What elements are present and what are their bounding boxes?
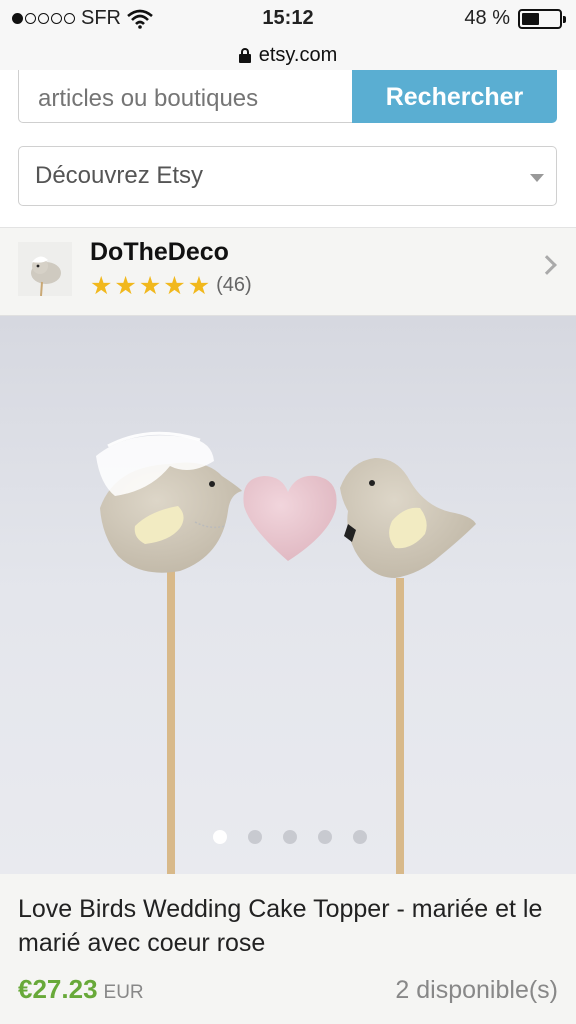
price: €27.23: [18, 974, 98, 1004]
lock-icon: [238, 47, 251, 63]
product-image: [0, 316, 576, 874]
search-row: Rechercher: [18, 70, 557, 123]
star-icon: ★: [163, 271, 186, 300]
pager-dot[interactable]: [213, 830, 227, 844]
chevron-right-icon[interactable]: [537, 255, 557, 275]
star-icon: ★: [187, 271, 211, 300]
pager-dot[interactable]: [318, 830, 332, 844]
discover-dropdown-value: Découvrez Etsy: [35, 162, 204, 189]
shop-avatar-bird-icon: [18, 242, 72, 296]
discover-dropdown[interactable]: Découvrez Etsy: [18, 146, 557, 206]
shop-row[interactable]: DoTheDeco ★ ★ ★ ★ ★ (46): [0, 228, 576, 316]
search-area: Rechercher Découvrez Etsy: [0, 70, 576, 228]
battery-fill: [522, 12, 539, 25]
search-input[interactable]: [18, 70, 352, 123]
status-bar: SFR 15:12 48 %: [0, 0, 576, 40]
pager-dot[interactable]: [283, 830, 297, 844]
battery-percent: 48 %: [464, 7, 510, 29]
shop-rating: ★ ★ ★ ★ ★ (46): [90, 271, 252, 300]
status-right: 48 %: [464, 7, 566, 30]
price-row: €27.23 EUR 2 disponible(s): [18, 974, 558, 1008]
star-icon: ★: [114, 271, 137, 300]
listing-title: Love Birds Wedding Cake Topper - mariée …: [18, 895, 543, 957]
search-button[interactable]: Rechercher: [352, 70, 557, 123]
pager-dot[interactable]: [248, 830, 262, 844]
pager-dot[interactable]: [353, 830, 367, 844]
caret-down-icon: [530, 174, 544, 182]
review-count: (46): [216, 274, 252, 296]
listing-info: Love Birds Wedding Cake Topper - mariée …: [0, 874, 576, 1024]
battery-icon: [518, 8, 566, 29]
image-pager: [0, 830, 576, 844]
product-photo[interactable]: [0, 316, 576, 874]
url-bar[interactable]: etsy.com: [0, 40, 576, 70]
availability: 2 disponible(s): [395, 976, 558, 1004]
shop-avatar[interactable]: [18, 242, 72, 296]
shop-name[interactable]: DoTheDeco: [90, 238, 229, 267]
url-domain: etsy.com: [258, 43, 338, 66]
currency: EUR: [103, 982, 144, 1003]
star-icon: ★: [90, 271, 113, 300]
star-icon: ★: [138, 271, 162, 300]
